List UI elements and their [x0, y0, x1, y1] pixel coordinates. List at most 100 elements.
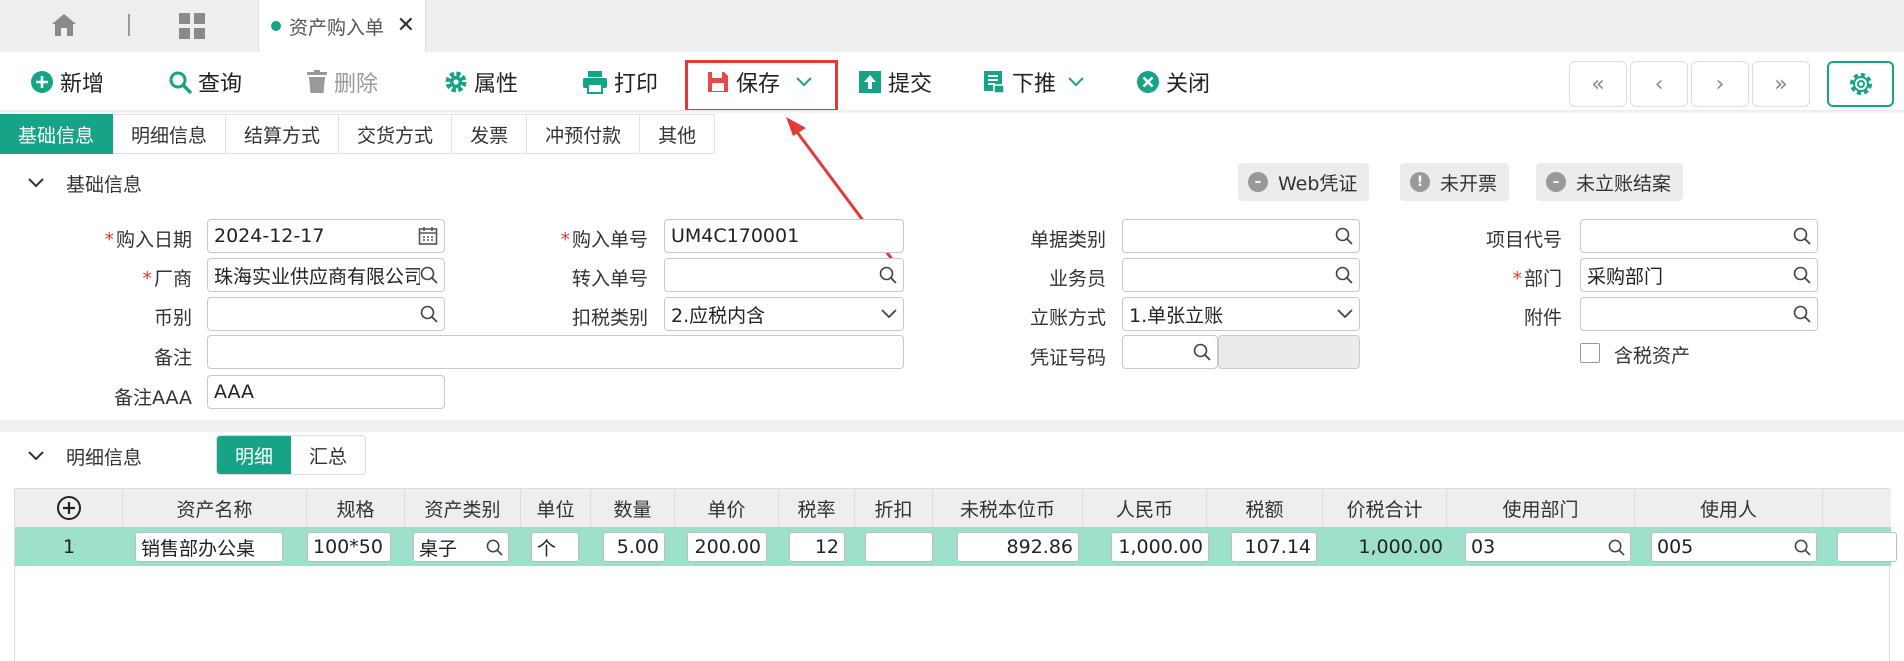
salesman-label: 业务员 — [1048, 268, 1106, 290]
discount-input[interactable] — [865, 532, 933, 562]
col-use-dept[interactable]: 使用部门 — [1447, 489, 1635, 527]
col-tax-rate[interactable]: 税率 — [779, 489, 855, 527]
exclamation-icon: ! — [1410, 172, 1430, 192]
col-discount[interactable]: 折扣 — [855, 489, 933, 527]
table-row[interactable]: 1 销售部办公桌 100*50 桌子 个 5.00 200.00 12 892.… — [15, 527, 1897, 566]
tax-type-value: 2.应税内含 — [671, 304, 766, 327]
attachment-label: 附件 — [1523, 307, 1562, 329]
tax-included-label: 含税资产 — [1614, 345, 1691, 367]
total-value: 1,000.00 — [1358, 535, 1443, 558]
col-rmb[interactable]: 人民币 — [1083, 489, 1207, 527]
chevron-down-icon[interactable] — [881, 309, 897, 319]
account-method-label: 立账方式 — [1029, 307, 1106, 329]
view-detail-button[interactable]: 明细 — [217, 436, 292, 474]
search-icon[interactable] — [1608, 539, 1625, 556]
search-icon[interactable] — [1793, 305, 1811, 323]
qty-input[interactable]: 5.00 — [603, 532, 665, 562]
detail-view-toggle: 明细 汇总 — [216, 435, 367, 475]
col-spec[interactable]: 规格 — [307, 489, 405, 527]
vendor-field[interactable]: 珠海实业供应商有限公司 — [207, 258, 445, 292]
search-icon[interactable] — [1793, 227, 1811, 245]
search-icon[interactable] — [1793, 266, 1811, 284]
remark-aaa-label: 备注AAA — [113, 387, 192, 409]
col-category[interactable]: 资产类别 — [405, 489, 521, 527]
add-row-button[interactable] — [15, 489, 123, 527]
account-method-value: 1.单张立账 — [1129, 304, 1224, 327]
col-tax[interactable]: 税额 — [1207, 489, 1323, 527]
view-summary-button[interactable]: 汇总 — [291, 436, 365, 474]
tax-amount-input[interactable]: 107.14 — [1231, 532, 1317, 562]
minus-icon: – — [1248, 172, 1268, 192]
not-invoiced-text: 未开票 — [1440, 172, 1498, 195]
col-unit[interactable]: 单位 — [521, 489, 591, 527]
unit-input[interactable]: 个 — [531, 532, 579, 562]
doc-type-field[interactable] — [1122, 219, 1360, 253]
voucher-no-field[interactable] — [1122, 335, 1218, 369]
purchase-no-value: UM4C170001 — [671, 225, 800, 247]
search-icon[interactable] — [420, 266, 438, 284]
dept-label: * 部门 — [1512, 268, 1562, 290]
section-title: 明细信息 — [66, 446, 143, 469]
next-column-input[interactable] — [1837, 532, 1897, 562]
not-invoiced-badge: ! 未开票 — [1400, 163, 1510, 201]
not-settled-badge: – 未立账结案 — [1536, 163, 1684, 201]
chevron-down-icon[interactable] — [28, 178, 44, 188]
currency-label: 币别 — [153, 307, 192, 329]
purchase-date-value: 2024-12-17 — [214, 225, 325, 247]
col-total[interactable]: 价税合计 — [1323, 489, 1447, 527]
calendar-icon[interactable] — [418, 226, 438, 246]
attachment-field[interactable] — [1580, 297, 1818, 331]
vendor-value: 珠海实业供应商有限公司 — [214, 265, 420, 288]
section-divider — [0, 420, 1904, 432]
doc-type-label: 单据类别 — [1029, 229, 1106, 251]
transfer-no-field[interactable] — [664, 258, 904, 292]
col-asset-name[interactable]: 资产名称 — [123, 489, 307, 527]
category-input[interactable]: 桌子 — [413, 532, 509, 562]
use-dept-input[interactable]: 03 — [1465, 532, 1631, 562]
tax-included-checkbox[interactable] — [1580, 343, 1600, 363]
col-qty[interactable]: 数量 — [591, 489, 675, 527]
row-index: 1 — [62, 535, 76, 558]
search-icon[interactable] — [420, 305, 438, 323]
remark-field[interactable] — [207, 335, 904, 369]
tax-type-select[interactable]: 2.应税内含 — [664, 297, 904, 331]
chevron-down-icon[interactable] — [28, 451, 44, 461]
remark-aaa-value: AAA — [214, 381, 255, 403]
grid-header: 资产名称 规格 资产类别 单位 数量 单价 税率 折扣 未税本位币 人民币 税额… — [15, 489, 1891, 527]
account-method-select[interactable]: 1.单张立账 — [1122, 297, 1360, 331]
transfer-no-label: 转入单号 — [571, 268, 648, 290]
tax-rate-input[interactable]: 12 — [789, 532, 845, 562]
purchase-no-field[interactable]: UM4C170001 — [664, 219, 904, 253]
purchase-no-label: * 购入单号 — [560, 229, 648, 251]
tax-type-label: 扣税类别 — [571, 307, 648, 329]
salesman-field[interactable] — [1122, 258, 1360, 292]
remark-aaa-field[interactable]: AAA — [207, 375, 445, 409]
chevron-down-icon[interactable] — [1337, 309, 1353, 319]
asset-name-input[interactable]: 销售部办公桌 — [135, 532, 283, 562]
plus-circle-icon — [56, 496, 81, 520]
web-voucher-badge: – Web凭证 — [1238, 163, 1370, 201]
rmb-input[interactable]: 1,000.00 — [1111, 532, 1209, 562]
col-price[interactable]: 单价 — [675, 489, 779, 527]
search-icon[interactable] — [1794, 539, 1811, 556]
price-input[interactable]: 200.00 — [687, 532, 767, 562]
search-icon[interactable] — [486, 539, 503, 556]
spec-input[interactable]: 100*50 — [307, 532, 391, 562]
col-user[interactable]: 使用人 — [1635, 489, 1823, 527]
minus-icon: – — [1546, 172, 1566, 192]
not-settled-text: 未立账结案 — [1576, 172, 1672, 195]
search-icon[interactable] — [879, 266, 897, 284]
currency-field[interactable] — [207, 297, 445, 331]
remark-label: 备注 — [153, 347, 192, 369]
search-icon[interactable] — [1335, 227, 1353, 245]
project-code-label: 项目代号 — [1485, 229, 1562, 251]
dept-field[interactable]: 采购部门 — [1580, 258, 1818, 292]
project-code-field[interactable] — [1580, 219, 1818, 253]
user-input[interactable]: 005 — [1651, 532, 1817, 562]
voucher-no-display — [1218, 335, 1360, 369]
untaxed-input[interactable]: 892.86 — [957, 532, 1079, 562]
col-untaxed[interactable]: 未税本位币 — [933, 489, 1083, 527]
search-icon[interactable] — [1335, 266, 1353, 284]
purchase-date-field[interactable]: 2024-12-17 — [207, 219, 445, 253]
search-icon[interactable] — [1193, 343, 1211, 361]
